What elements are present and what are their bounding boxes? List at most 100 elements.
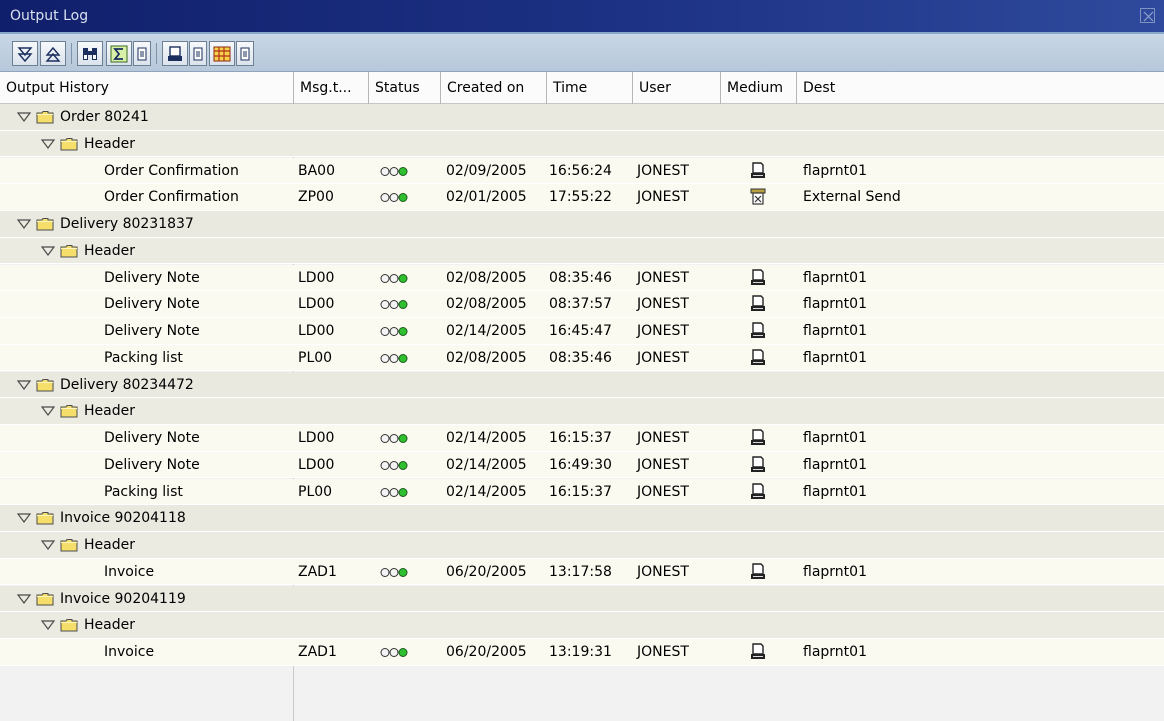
chevron-down-icon bbox=[41, 139, 55, 149]
msg-type-cell: LD00 bbox=[298, 269, 335, 286]
output-row[interactable]: Invoice ZAD1 06/20/2005 13:17:58 JONEST flapr… bbox=[0, 558, 1164, 586]
tree-node-object[interactable]: Invoice 90204119 bbox=[0, 585, 1164, 613]
created-on-cell: 06/20/2005 bbox=[446, 644, 527, 660]
output-row[interactable]: Delivery Note LD00 02/08/2005 08:37:57 JONES… bbox=[0, 291, 1164, 318]
column-header-created-on[interactable]: Created on bbox=[441, 72, 547, 104]
collapse-all-button[interactable] bbox=[40, 41, 66, 66]
folder-icon bbox=[36, 378, 54, 391]
column-header-dest[interactable]: Dest bbox=[797, 72, 1164, 104]
status-lights-icon bbox=[380, 166, 408, 176]
output-row[interactable]: Invoice ZAD1 06/20/2005 13:19:31 JONEST flapr… bbox=[0, 639, 1164, 666]
user-cell: JONEST bbox=[637, 563, 689, 580]
chevron-down-icon bbox=[17, 593, 31, 604]
column-header-msg-type[interactable]: Msg.t... bbox=[294, 72, 369, 104]
output-type-label: Order Confirmation bbox=[104, 189, 239, 206]
expander-button[interactable] bbox=[16, 109, 32, 125]
layout-button[interactable] bbox=[209, 41, 235, 66]
output-row[interactable]: Order Confirmation BA00 02/09/2005 16:56:24… bbox=[0, 157, 1164, 185]
find-button[interactable] bbox=[77, 41, 103, 66]
folder-icon bbox=[60, 619, 78, 632]
time-cell: 16:49:30 bbox=[549, 456, 612, 473]
sum-button[interactable] bbox=[106, 41, 132, 66]
sum-dropdown-button[interactable] bbox=[133, 41, 151, 66]
print-button[interactable] bbox=[162, 41, 188, 66]
tree-node-object[interactable]: Delivery 80231837 bbox=[0, 211, 1164, 238]
created-on-cell: 02/14/2005 bbox=[446, 430, 527, 446]
dest-cell: flaprnt01 bbox=[803, 456, 867, 473]
status-lights-icon bbox=[380, 648, 408, 657]
printer-icon bbox=[751, 482, 765, 499]
dest-cell: flaprnt01 bbox=[803, 644, 867, 660]
chevron-down-icon bbox=[17, 379, 31, 390]
time-cell: 16:56:24 bbox=[549, 162, 612, 179]
expander-button[interactable] bbox=[16, 591, 32, 607]
user-cell: JONEST bbox=[637, 483, 689, 500]
created-on-cell: 02/08/2005 bbox=[446, 349, 527, 366]
dest-cell: flaprnt01 bbox=[803, 483, 867, 500]
msg-type-cell: LD00 bbox=[298, 323, 335, 339]
tree-node: Header bbox=[40, 238, 135, 264]
tree-node-label: Delivery 80234472 bbox=[60, 376, 194, 393]
tree-node-header[interactable]: Header bbox=[0, 237, 1164, 265]
dest-cell: flaprnt01 bbox=[803, 162, 867, 179]
expander-button[interactable] bbox=[40, 617, 56, 633]
output-type-label: Delivery Note bbox=[104, 323, 200, 339]
expander-button[interactable] bbox=[16, 510, 32, 526]
tree-node-header[interactable]: Header bbox=[0, 612, 1164, 639]
chevron-down-icon bbox=[41, 620, 55, 631]
expander-button[interactable] bbox=[40, 243, 56, 259]
tree-node: Delivery 80234472 bbox=[16, 372, 194, 398]
user-cell: JONEST bbox=[637, 162, 689, 179]
expander-button[interactable] bbox=[16, 216, 32, 232]
dest-cell: flaprnt01 bbox=[803, 430, 867, 446]
layout-dropdown-button[interactable] bbox=[236, 41, 254, 66]
expander-button[interactable] bbox=[40, 403, 56, 419]
time-cell: 13:19:31 bbox=[549, 644, 612, 660]
output-log-window: Output Log Output History Msg.t... Statu… bbox=[0, 0, 1164, 721]
tree-node-label: Invoice 90204119 bbox=[60, 590, 186, 607]
tree-node: Header bbox=[40, 131, 135, 157]
column-header-time[interactable]: Time bbox=[547, 72, 633, 104]
tree-node-header[interactable]: Header bbox=[0, 398, 1164, 425]
output-row[interactable]: Order Confirmation ZP00 02/01/2005 17:55:22… bbox=[0, 184, 1164, 211]
column-header-user[interactable]: User bbox=[633, 72, 721, 104]
print-dropdown-button[interactable] bbox=[189, 41, 207, 66]
close-button[interactable] bbox=[1140, 8, 1155, 23]
tree-node-label: Delivery 80231837 bbox=[60, 216, 194, 232]
column-header-status[interactable]: Status bbox=[369, 72, 441, 104]
created-on-cell: 02/08/2005 bbox=[446, 269, 527, 286]
column-header-medium[interactable]: Medium bbox=[721, 72, 797, 104]
chevron-down-icon bbox=[17, 112, 31, 122]
tree-node-header[interactable]: Header bbox=[0, 130, 1164, 158]
column-header-output-history[interactable]: Output History bbox=[0, 72, 294, 104]
chevron-down-icon bbox=[17, 513, 31, 524]
expander-button[interactable] bbox=[40, 537, 56, 553]
tree-node-object[interactable]: Order 80241 bbox=[0, 104, 1164, 131]
external-send-icon bbox=[750, 188, 766, 205]
output-row[interactable]: Delivery Note LD00 02/08/2005 08:35:46 JONES… bbox=[0, 264, 1164, 292]
print-icon bbox=[168, 45, 182, 61]
output-row[interactable]: Packing list PL00 02/08/2005 08:35:46 JONEST… bbox=[0, 344, 1164, 372]
tree-node-header[interactable]: Header bbox=[0, 532, 1164, 559]
expander-button[interactable] bbox=[40, 136, 56, 152]
msg-type-cell: LD00 bbox=[298, 296, 335, 313]
tree-node-object[interactable]: Invoice 90204118 bbox=[0, 505, 1164, 532]
output-row[interactable]: Delivery Note LD00 02/14/2005 16:49:30 JONES… bbox=[0, 451, 1164, 479]
output-row[interactable]: Packing list PL00 02/14/2005 16:15:37 JONEST… bbox=[0, 478, 1164, 506]
output-row[interactable]: Delivery Note LD00 02/14/2005 16:45:47 JONES… bbox=[0, 318, 1164, 345]
dropdown-icon bbox=[193, 47, 203, 60]
tree-node: Delivery 80231837 bbox=[16, 211, 194, 237]
time-cell: 08:37:57 bbox=[549, 296, 612, 313]
output-row[interactable]: Delivery Note LD00 02/14/2005 16:15:37 JONES… bbox=[0, 425, 1164, 452]
expander-button[interactable] bbox=[16, 377, 32, 393]
created-on-cell: 02/08/2005 bbox=[446, 296, 527, 313]
msg-type-cell: LD00 bbox=[298, 430, 335, 446]
folder-icon bbox=[60, 405, 78, 418]
expand-all-button[interactable] bbox=[12, 41, 38, 66]
expand-all-icon bbox=[17, 46, 33, 62]
tree-node-object[interactable]: Delivery 80234472 bbox=[0, 371, 1164, 399]
user-cell: JONEST bbox=[637, 644, 689, 660]
tree-node: Header bbox=[40, 612, 135, 638]
output-type-label: Invoice bbox=[104, 563, 155, 580]
msg-type-cell: BA00 bbox=[298, 162, 335, 179]
